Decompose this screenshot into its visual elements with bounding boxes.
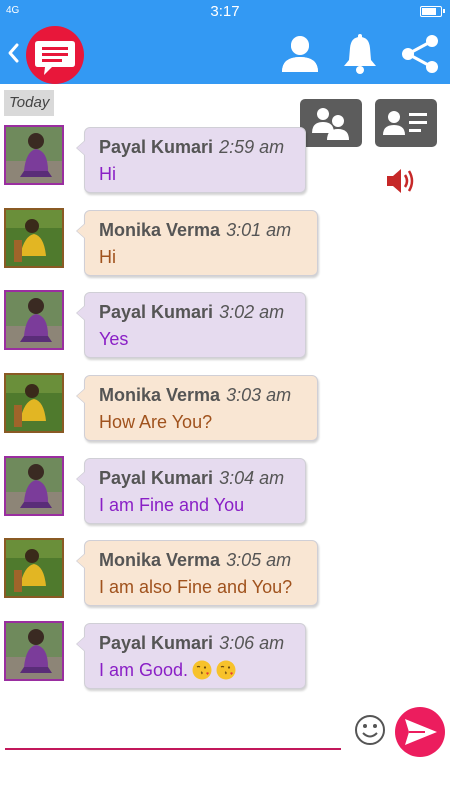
status-bar: 4G 3:17 <box>0 0 450 24</box>
status-time: 3:17 <box>210 3 240 20</box>
message-time: 3:02 am <box>219 302 285 322</box>
kiss-emoji-icon <box>216 660 236 680</box>
app-logo <box>26 26 84 84</box>
message-time: 3:01 am <box>226 220 292 240</box>
notifications-button[interactable] <box>338 32 382 76</box>
message-bubble[interactable]: Payal Kumari 2:59 am Hi <box>76 127 306 193</box>
message-bubble[interactable]: Payal Kumari 3:02 am Yes <box>76 292 306 358</box>
chevron-left-icon <box>8 43 19 63</box>
message-bubble[interactable]: Monika Verma 3:01 am Hi <box>76 210 318 276</box>
message-row: Payal Kumari 2:59 am Hi <box>0 125 450 195</box>
message-text-content: I am Good. <box>99 660 189 680</box>
profile-photo <box>6 292 62 348</box>
profile-photo <box>6 375 62 431</box>
message-row: Monika Verma 3:03 am How Are You? <box>0 373 450 443</box>
message-row: Payal Kumari 3:06 am I am Good. <box>0 621 450 691</box>
message-row: Payal Kumari 3:02 am Yes <box>0 290 450 360</box>
sender-name: Monika Verma <box>99 385 221 405</box>
message-time: 2:59 am <box>219 137 285 157</box>
send-button[interactable] <box>395 707 445 757</box>
date-separator: Today <box>4 90 55 116</box>
message-text: Yes <box>99 329 129 349</box>
profile-photo <box>6 210 62 266</box>
avatar-payal[interactable] <box>4 621 64 681</box>
smiley-icon <box>355 715 385 745</box>
avatar-monika[interactable] <box>4 538 64 598</box>
message-bubble[interactable]: Monika Verma 3:03 am How Are You? <box>76 375 318 441</box>
message-text: Hi <box>99 164 116 184</box>
avatar-monika[interactable] <box>4 373 64 433</box>
profile-button[interactable] <box>278 32 322 76</box>
message-bubble[interactable]: Payal Kumari 3:06 am I am Good. <box>76 623 306 689</box>
message-text: Hi <box>99 247 116 267</box>
chat-bubble-icon <box>35 41 75 75</box>
message-row: Monika Verma 3:01 am Hi <box>0 208 450 278</box>
message-text: I am Good. <box>99 660 236 681</box>
message-input[interactable] <box>5 716 339 748</box>
message-bubble[interactable]: Monika Verma 3:05 am I am also Fine and Y… <box>76 540 318 606</box>
message-text: I am also Fine and You? <box>99 577 293 597</box>
sender-name: Monika Verma <box>99 550 221 570</box>
message-time: 3:04 am <box>219 468 285 488</box>
message-row: Payal Kumari 3:04 am I am Fine and You <box>0 456 450 526</box>
avatar-payal[interactable] <box>4 290 64 350</box>
sender-name: Payal Kumari <box>99 468 214 488</box>
share-button[interactable] <box>398 32 442 76</box>
message-time: 3:06 am <box>219 633 285 653</box>
input-underline <box>5 748 341 750</box>
share-icon <box>402 35 438 73</box>
avatar-monika[interactable] <box>4 208 64 268</box>
profile-photo <box>6 540 62 596</box>
user-icon <box>282 36 318 72</box>
message-bubble[interactable]: Payal Kumari 3:04 am I am Fine and You <box>76 458 306 524</box>
message-time: 3:03 am <box>226 385 292 405</box>
sender-name: Payal Kumari <box>99 633 214 653</box>
avatar-payal[interactable] <box>4 456 64 516</box>
message-text: How Are You? <box>99 412 213 432</box>
send-icon <box>405 719 437 745</box>
kiss-emoji-icon <box>192 660 212 680</box>
sender-name: Payal Kumari <box>99 302 214 322</box>
profile-photo <box>6 623 62 679</box>
message-row: Monika Verma 3:05 am I am also Fine and Y… <box>0 538 450 608</box>
sender-name: Payal Kumari <box>99 137 214 157</box>
battery-icon <box>420 6 445 17</box>
bell-icon <box>344 34 376 74</box>
message-time: 3:05 am <box>226 550 292 570</box>
app-bar <box>0 24 450 84</box>
message-text: I am Fine and You <box>99 495 245 515</box>
profile-photo <box>6 458 62 514</box>
back-button[interactable] <box>4 38 24 68</box>
emoji-button[interactable] <box>354 714 386 746</box>
sender-name: Monika Verma <box>99 220 221 240</box>
avatar-payal[interactable] <box>4 125 64 185</box>
profile-photo <box>6 127 62 183</box>
